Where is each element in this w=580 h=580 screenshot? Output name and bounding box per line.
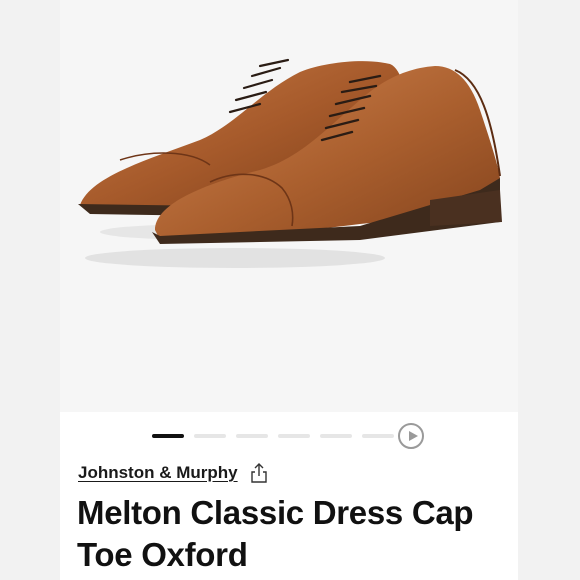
gallery-dot[interactable]	[194, 434, 226, 438]
gallery-dot[interactable]	[320, 434, 352, 438]
brand-link[interactable]: Johnston & Murphy	[78, 463, 238, 483]
left-margin	[0, 0, 60, 580]
oxford-shoes-illustration	[78, 58, 502, 268]
gallery-dot[interactable]	[362, 434, 394, 438]
share-icon[interactable]	[250, 462, 268, 484]
gallery-pagination	[152, 434, 394, 438]
product-image[interactable]	[60, 0, 518, 412]
gallery-dot[interactable]	[236, 434, 268, 438]
product-info-panel: Johnston & Murphy Melton Classic Dress C…	[60, 412, 518, 580]
gallery-dot-active[interactable]	[152, 434, 184, 438]
product-title: Melton Classic Dress Cap Toe Oxford	[77, 494, 474, 573]
brand-row: Johnston & Murphy	[78, 462, 268, 484]
play-video-icon[interactable]	[398, 423, 424, 449]
right-margin	[518, 0, 580, 580]
gallery-dot[interactable]	[278, 434, 310, 438]
